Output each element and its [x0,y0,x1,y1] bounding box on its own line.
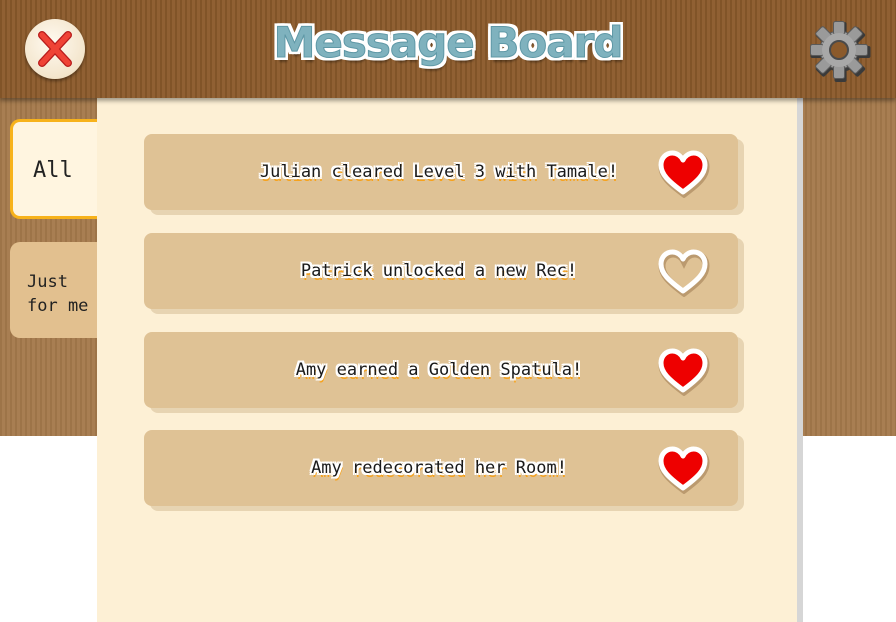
heart-filled-icon [658,348,710,397]
heart-filled-icon [658,150,710,199]
message-card: Amy earned a Golden Spatula! [144,332,738,408]
message-text: Julian cleared Level 3 with Tamale! [259,162,619,182]
message-text: Amy earned a Golden Spatula! [295,360,583,380]
tab-just-for-me[interactable]: Just for me [10,242,104,338]
like-button[interactable] [656,444,710,495]
heart-filled-icon [658,446,710,495]
message-list-panel: Julian cleared Level 3 with Tamale! Patr… [97,98,797,622]
settings-button[interactable] [806,17,872,83]
tab-all[interactable]: All [10,119,104,219]
tab-all-label: All [33,158,73,183]
panel-edge-shadow [797,98,803,622]
message-card: Amy redecorated her Room! [144,430,738,506]
header-bar: Message Board [0,0,896,98]
message-text: Patrick unlocked a new Rec! [300,261,578,281]
gear-icon [810,21,871,82]
heart-outline-icon [658,249,710,298]
like-button[interactable] [656,247,710,298]
message-board-screen: Message Board All Just for me Julian cle… [0,0,896,622]
message-card: Julian cleared Level 3 with Tamale! [144,134,738,210]
like-button[interactable] [656,346,710,397]
page-title: Message Board [273,18,624,68]
message-card: Patrick unlocked a new Rec! [144,233,738,309]
like-button[interactable] [656,148,710,199]
tab-just-for-me-label: Just for me [27,272,89,316]
message-text: Amy redecorated her Room! [311,458,567,478]
